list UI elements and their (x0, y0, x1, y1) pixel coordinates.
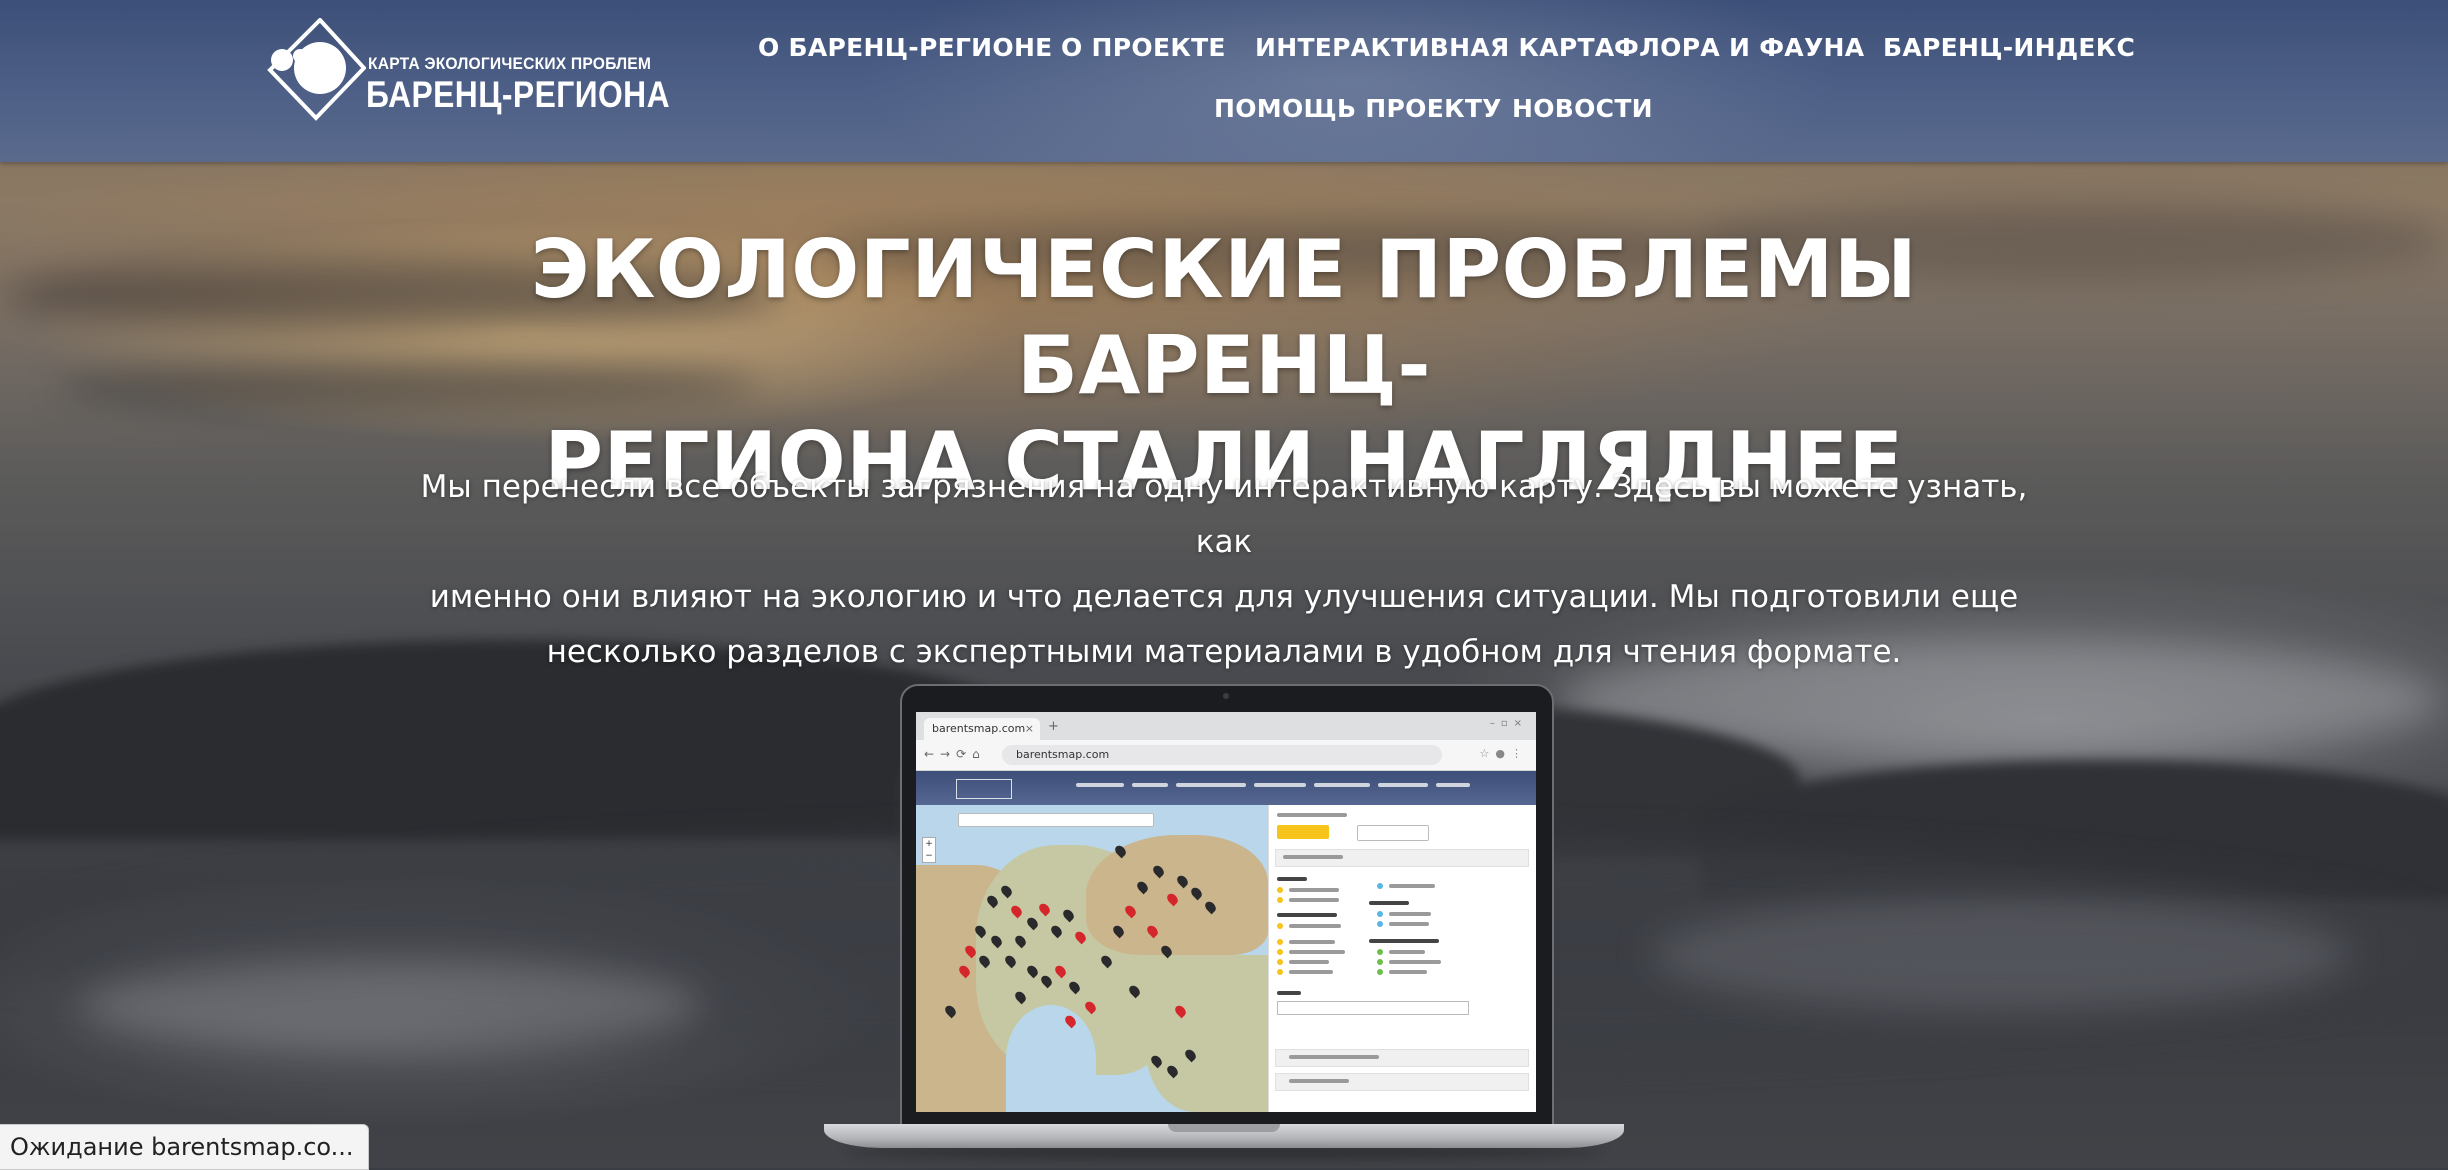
mini-nav (1076, 783, 1526, 791)
zoom-control-icon: + − (922, 837, 936, 863)
mini-site-header (916, 771, 1536, 805)
hero-text-line3: несколько разделов с экспертными материа… (546, 634, 1902, 670)
nav-item-news[interactable]: НОВОСТИ (1512, 94, 1653, 123)
nav-item-barents-index[interactable]: БАРЕНЦ-ИНДЕКС (1883, 33, 2135, 62)
mini-map: + − (916, 805, 1268, 1112)
browser-url: barentsmap.com (1002, 745, 1442, 765)
camera-icon (1223, 693, 1229, 699)
nav-item-interactive-map[interactable]: ИНТЕРАКТИВНАЯ КАРТА (1255, 33, 1615, 62)
hero-description: Мы перенесли все объекты загрязнения на … (420, 460, 2028, 680)
browser-tab-title: barentsmap.com (932, 722, 1026, 735)
browser-screenshot: barentsmap.com × + –▫× ←→⟳⌂ barentsmap.c… (916, 712, 1536, 1112)
nav-item-flora-fauna[interactable]: ФЛОРА И ФАУНА (1614, 33, 1864, 62)
nav-item-about-project[interactable]: О ПРОЕКТЕ (1061, 33, 1226, 62)
nav-item-barents-region[interactable]: О БАРЕНЦ-РЕГИОНЕ (758, 33, 1053, 62)
site-header: КАРТА ЭКОЛОГИЧЕСКИХ ПРОБЛЕМ БАРЕНЦ-РЕГИО… (0, 0, 2448, 162)
browser-nav-icons: ←→⟳⌂ (924, 747, 986, 761)
close-icon: × (1024, 722, 1034, 735)
laptop-screen: barentsmap.com × + –▫× ←→⟳⌂ barentsmap.c… (900, 684, 1554, 1128)
nav-item-help-project[interactable]: ПОМОЩЬ ПРОЕКТУ (1214, 94, 1502, 123)
logo-title-line2: БАРЕНЦ-РЕГИОНА (366, 74, 670, 115)
hero-title-line1: ЭКОЛОГИЧЕСКИЕ ПРОБЛЕМЫ БАРЕНЦ- (530, 223, 1918, 412)
browser-address-bar: ←→⟳⌂ barentsmap.com ☆●⋮ (916, 740, 1536, 771)
browser-tab: barentsmap.com × (924, 718, 1040, 740)
hero-text-line2: именно они влияют на экологию и что дела… (429, 579, 2019, 615)
browser-menu-icons: ☆●⋮ (1479, 747, 1528, 760)
window-controls-icon: –▫× (1489, 718, 1528, 729)
mini-map-search (958, 813, 1154, 827)
new-tab-icon: + (1048, 719, 1059, 734)
laptop-mockup-icon: barentsmap.com × + –▫× ←→⟳⌂ barentsmap.c… (824, 684, 1624, 1168)
browser-status-bar: Ожидание barentsmap.co... (0, 1124, 369, 1170)
logo-title-line1: КАРТА ЭКОЛОГИЧЕСКИХ ПРОБЛЕМ (368, 54, 652, 73)
mini-filter-panel (1268, 805, 1536, 1112)
browser-tab-strip: barentsmap.com × + –▫× (916, 712, 1536, 740)
site-logo[interactable]: КАРТА ЭКОЛОГИЧЕСКИХ ПРОБЛЕМ БАРЕНЦ-РЕГИО… (262, 18, 670, 122)
globe-rhombus-logo-icon (267, 18, 366, 121)
mini-logo (956, 779, 1012, 799)
hero-text-line1: Мы перенесли все объекты загрязнения на … (420, 469, 2028, 560)
